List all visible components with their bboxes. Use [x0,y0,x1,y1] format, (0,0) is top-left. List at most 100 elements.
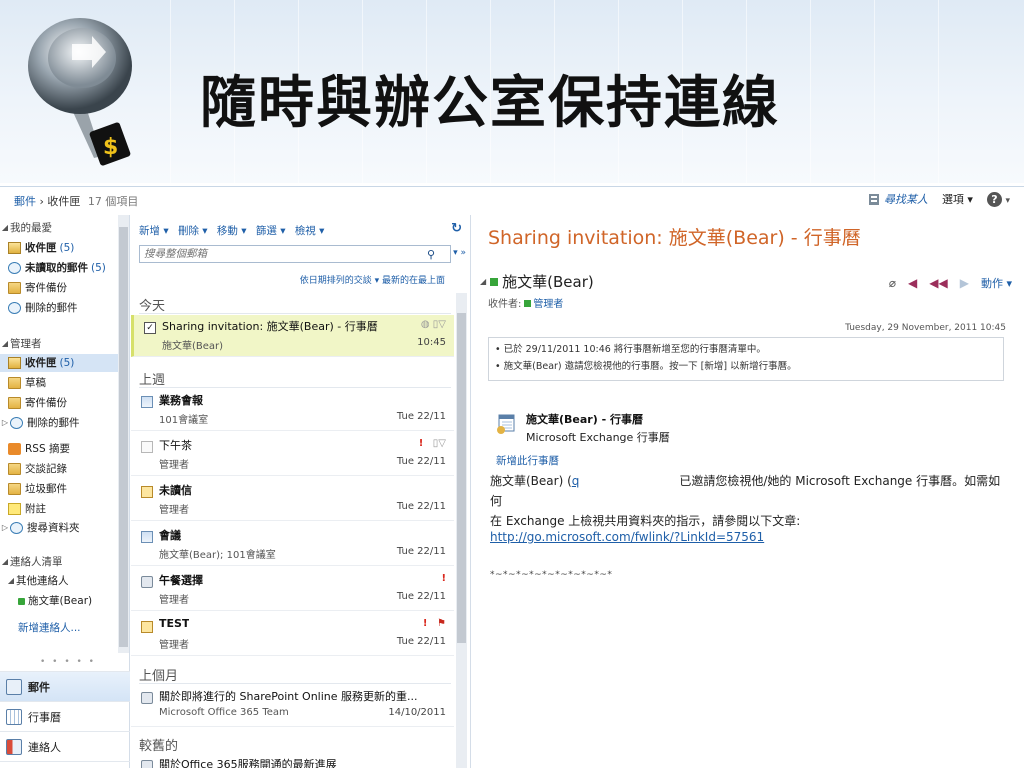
message-list-pane: 新增 ▾ 刪除 ▾ 移動 ▾ 篩選 ▾ 檢視 ▾ ↻ ⚲ ▾ » 依日期排列的交… [131,215,471,768]
nav-item-favorite-sent[interactable]: 寄件備份 [8,279,67,297]
nav-label: 其他連絡人 [16,575,69,587]
body-sender: 施文華(Bear) ( [490,474,572,488]
unread-envelope-icon [141,621,153,633]
module-contacts[interactable]: 連絡人 [0,731,130,761]
view-button[interactable]: 檢視 ▾ [295,225,325,237]
delete-button[interactable]: 刪除 ▾ [178,225,208,237]
module-calendar[interactable]: 行事曆 [0,701,130,731]
nav-label: 未讀取的郵件 [25,262,88,274]
message-subject: 下午茶 [159,439,192,452]
search-icon[interactable]: ⚲ [427,248,435,261]
message-from: 施文華(Bear) [162,341,224,352]
message-row[interactable]: 午餐選擇 ! 管理者 Tue 22/11 [131,569,454,611]
nav-label: 連絡人清單 [10,556,63,568]
nav-item-unread-mail[interactable]: 未讀取的郵件 (5) [8,259,106,277]
nav-item-favorite-inbox[interactable]: 收件匣 (5) [8,239,74,257]
nav-item-junk[interactable]: 垃圾郵件 [8,480,67,498]
message-flags[interactable]: ! [441,573,446,584]
help-menu[interactable]: ? ▾ [986,191,1010,207]
module-label: 郵件 [28,680,50,694]
options-menu[interactable]: 選項 ▾ [942,191,973,207]
contact-card-icon [6,738,22,755]
splitter-grip[interactable]: • • • • • [40,657,96,667]
message-row-selected[interactable]: ✓ Sharing invitation: 施文華(Bear) - 行事曆 ◍ … [131,315,454,357]
reply-icon[interactable]: ◀ [908,276,917,290]
nav-scrollbar[interactable] [118,215,129,653]
module-mail[interactable]: 郵件 [0,671,130,701]
message-row[interactable]: 未讀信 管理者 Tue 22/11 [131,479,454,521]
message-flags[interactable]: ! ⚑ [423,618,446,629]
collapse-triangle-icon[interactable]: ◢ [480,277,486,286]
message-flags[interactable]: ! ▯▽ [419,438,446,449]
notes-icon [8,503,21,515]
nav-item-rss[interactable]: RSS 摘要 [8,440,70,458]
group-header-last-week: 上週 [139,373,166,388]
forward-icon[interactable]: ▶ [960,276,969,290]
sort-options[interactable]: 依日期排列的交談 ▾ 最新的在最上面 [131,273,453,286]
nav-item-sent[interactable]: 寄件備份 [8,394,67,412]
nav-item-conversation-history[interactable]: 交談記錄 [8,460,67,478]
body-line-2: 在 Exchange 上檢視共用資料夾的指示，請參閱以下文章: [490,514,801,528]
nav-label: 刪除的郵件 [27,417,80,429]
add-contact-link[interactable]: 新增連絡人... [18,619,81,637]
find-someone-link[interactable]: 尋找某人 [868,191,928,207]
message-date: Tue 22/11 [396,411,446,422]
slide-banner: $ 隨時與辦公室保持連線 [0,0,1024,183]
reply-all-icon[interactable]: ◀◀ [929,276,947,290]
calendar-icon [6,708,22,725]
message-date: Tue 22/11 [396,636,446,647]
nav-item-notes[interactable]: 附註 [8,500,46,518]
breadcrumb-mail-link[interactable]: 郵件 [14,195,36,208]
search-options-chevron-icon[interactable]: ▾ » [453,248,466,258]
message-row[interactable]: TEST ! ⚑ 管理者 Tue 22/11 [131,614,454,656]
expand-triangle-icon: ◢ [1,557,9,566]
sender-name[interactable]: 施文華(Bear) [502,271,594,292]
move-button[interactable]: 移動 ▾ [217,225,247,237]
unread-envelope-icon [141,486,153,498]
nav-item-search-folders[interactable]: ▷ 搜尋資料夾 [0,519,80,537]
navigation-pane: ◢ 我的最愛 收件匣 (5) 未讀取的郵件 (5) 寄件備份 刪除的郵件 ◢ 管理者 收… [0,215,130,768]
mailbox-section[interactable]: ◢ 管理者 [0,335,42,353]
refresh-icon[interactable]: ↻ [451,221,462,236]
filter-button[interactable]: 篩選 ▾ [256,225,286,237]
scrollbar-thumb[interactable] [457,313,466,643]
message-row[interactable]: 業務會報 101會議室 Tue 22/11 [131,389,454,431]
add-this-calendar-link[interactable]: 新增此行事曆 [496,453,559,468]
contact-item[interactable]: 施文華(Bear) [14,592,92,610]
address-book-icon [868,193,879,205]
slide-title: 隨時與辦公室保持連線 [200,71,780,136]
message-row[interactable]: 關於Office 365服務開通的最新進展 [131,753,454,768]
info-line: • 施文華(Bear) 邀請您檢視他的行事曆。按一下 [新增] 以新增行事曆。 [495,361,797,372]
nav-item-drafts[interactable]: 草稿 [8,374,46,392]
module-tasks[interactable]: ✓工作 [0,761,130,768]
other-contacts-group[interactable]: ◢ 其他連絡人 [6,572,69,590]
contact-lists-section[interactable]: ◢ 連絡人清單 [0,553,63,571]
rss-icon [8,443,21,455]
search-input[interactable] [139,245,451,263]
nav-label: 寄件備份 [25,397,67,409]
nav-item-inbox[interactable]: 收件匣 (5) [0,354,118,372]
new-button[interactable]: 新增 ▾ [139,225,169,237]
nav-label: 搜尋資料夾 [27,522,80,534]
actions-menu[interactable]: 動作 ▾ [981,275,1012,291]
nav-item-deleted[interactable]: ▷ 刪除的郵件 [0,414,80,432]
message-row[interactable]: 下午茶 ! ▯▽ 管理者 Tue 22/11 [131,434,454,476]
nav-item-favorite-deleted[interactable]: 刪除的郵件 [8,299,78,317]
message-list-scrollbar[interactable] [456,293,467,768]
message-row[interactable]: 會議 施文華(Bear); 101會議室 Tue 22/11 [131,524,454,566]
nav-label: 施文華(Bear) [28,595,93,607]
nav-label: 新增連絡人... [18,622,81,634]
sender-email-link[interactable]: q [572,474,580,488]
attachment-icon[interactable]: ⌀ [889,276,896,290]
checkbox-checked-icon[interactable]: ✓ [144,322,156,334]
sent-date: Tuesday, 29 November, 2011 10:45 [845,323,1006,333]
info-line: • 已於 29/11/2011 10:46 將行事曆新增至您的行事曆清單中。 [495,344,766,355]
favorites-section[interactable]: ◢ 我的最愛 [0,219,52,237]
recipient-name[interactable]: 管理者 [533,299,563,310]
help-article-link[interactable]: http://go.microsoft.com/fwlink/?LinkId=5… [490,530,764,544]
message-row[interactable]: 關於即將進行的 SharePoint Online 服務更新的重... Micr… [131,685,454,727]
scrollbar-thumb[interactable] [119,227,128,647]
inbox-folder-icon [8,357,21,369]
attachment-flag-icons[interactable]: ◍ ▯▽ [421,319,446,330]
message-from: 101會議室 [159,415,209,426]
